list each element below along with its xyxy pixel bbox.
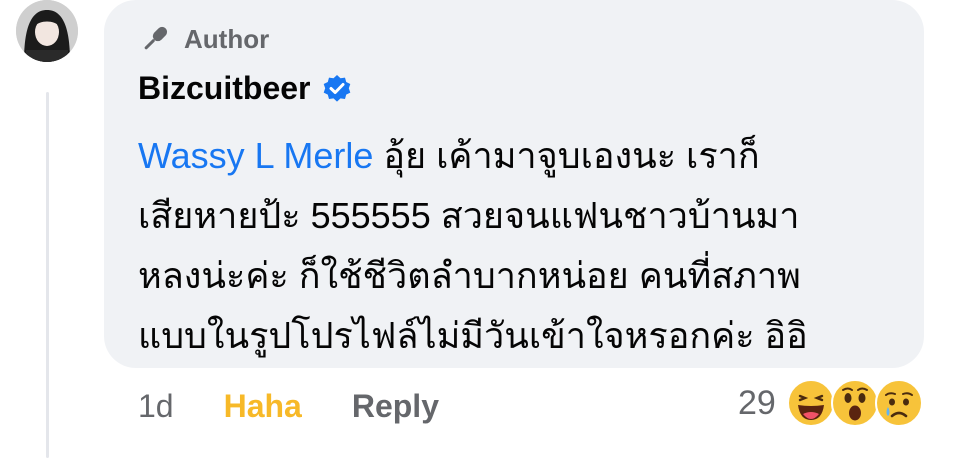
comment-bubble: Author Bizcuitbeer Wassy L Merle อุ้ย เค… — [104, 0, 924, 368]
reaction-summary[interactable]: 29 — [738, 378, 924, 428]
microphone-icon — [144, 26, 168, 50]
haha-reaction-button[interactable]: Haha — [224, 388, 302, 425]
author-row: Bizcuitbeer — [138, 70, 352, 107]
sad-emoji-icon — [874, 379, 923, 427]
reaction-count: 29 — [738, 383, 776, 422]
author-badge: Author — [138, 22, 269, 56]
haha-emoji-icon — [786, 379, 835, 427]
comment-actions: 1d Haha Reply — [138, 384, 439, 428]
comment-line: เสียหายป้ะ 555555 สวยจนแฟนชาวบ้านมา — [138, 195, 800, 236]
timestamp[interactable]: 1d — [138, 388, 174, 425]
comment-line: Wassy L Merle อุ้ย เค้ามาจูบเองนะ เราก็ — [138, 126, 908, 186]
comment-line: หลงน่ะค่ะ ก็ใช้ชีวิตลำบากหน่อย คนที่สภาพ — [138, 255, 801, 296]
verified-check-icon — [324, 74, 351, 102]
comment-line-text: อุ้ย เค้ามาจูบเองนะ เราก็ — [373, 135, 760, 176]
comment-text: Wassy L Merle อุ้ย เค้ามาจูบเองนะ เราก็ … — [138, 126, 908, 366]
author-badge-label: Author — [184, 23, 270, 54]
thread-line — [46, 92, 49, 458]
reply-button[interactable]: Reply — [352, 388, 439, 425]
comment-line: แบบในรูปโปรไฟล์ไม่มีวันเข้าใจหรอกค่ะ อิอ… — [138, 315, 808, 356]
mention-link[interactable]: Wassy L Merle — [138, 135, 373, 176]
author-name[interactable]: Bizcuitbeer — [138, 70, 310, 107]
avatar[interactable] — [16, 0, 78, 62]
wow-emoji-icon — [830, 379, 879, 427]
